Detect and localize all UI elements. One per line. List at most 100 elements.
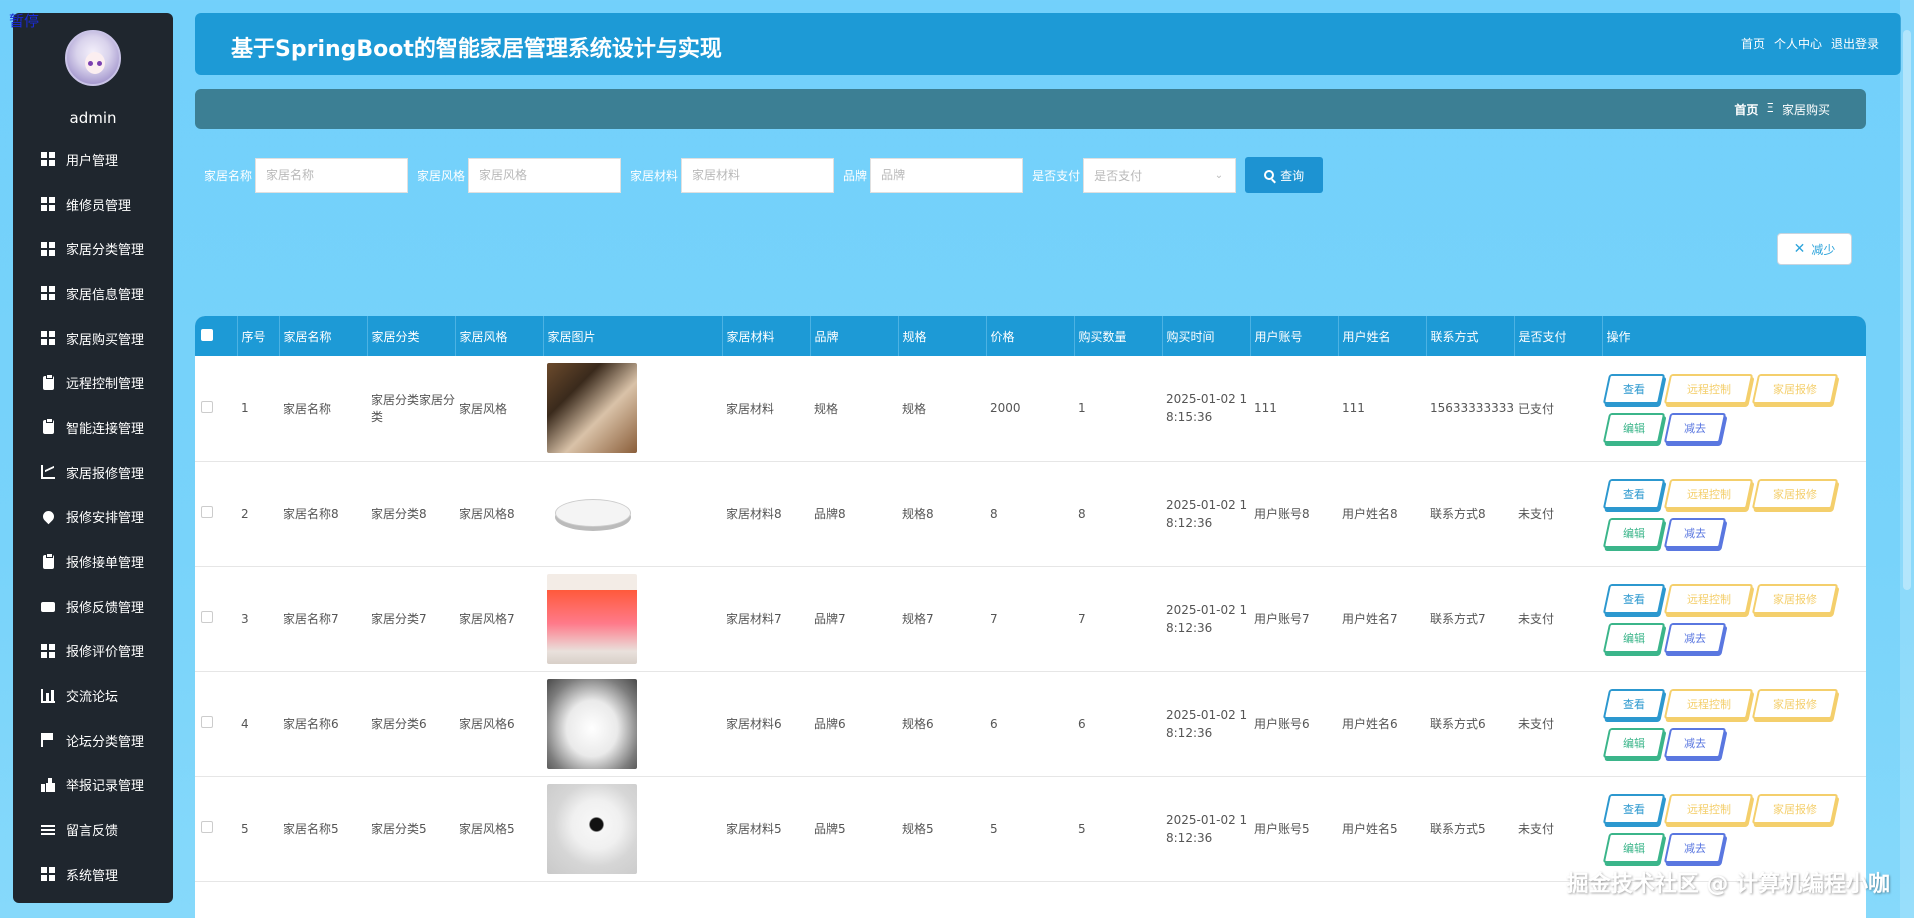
- cell-category: 家居分类6: [367, 671, 455, 777]
- sidebar-item[interactable]: 论坛分类管理: [13, 718, 173, 763]
- home-link[interactable]: 首页: [1741, 35, 1765, 52]
- name-input[interactable]: [255, 157, 409, 193]
- sidebar-item[interactable]: 远程控制管理: [13, 360, 173, 405]
- repair-button[interactable]: 家居报修: [1751, 689, 1839, 719]
- row-checkbox[interactable]: [201, 611, 213, 623]
- subtract-button[interactable]: 减去: [1663, 623, 1727, 653]
- sidebar-item[interactable]: 留言反馈: [13, 807, 173, 852]
- sidebar-item[interactable]: 家居购买管理: [13, 316, 173, 361]
- time-line: 8:12:36: [1166, 830, 1213, 845]
- cell-qty: 8: [1074, 461, 1162, 567]
- scrollbar-thumb[interactable]: [1903, 30, 1911, 590]
- subtract-button[interactable]: 减去: [1663, 728, 1727, 758]
- subtract-button[interactable]: 减去: [1663, 518, 1727, 548]
- cell-idx: 2: [237, 461, 279, 567]
- avatar[interactable]: [65, 30, 121, 86]
- sidebar-item[interactable]: 系统管理: [13, 852, 173, 897]
- row-checkbox[interactable]: [201, 506, 213, 518]
- sidebar-item-label: 报修反馈管理: [66, 600, 145, 616]
- profile-link[interactable]: 个人中心: [1774, 35, 1822, 52]
- remote-control-button[interactable]: 远程控制: [1663, 794, 1754, 824]
- table-row[interactable]: 1 家居名称 家居分类家居分类 家居风格 家居材料 规格 规格 2000 1 2025-01-02…: [195, 356, 1866, 462]
- material-input[interactable]: [681, 157, 835, 193]
- subtract-button-label: 减去: [1684, 527, 1706, 540]
- select-all-checkbox[interactable]: [201, 328, 213, 341]
- cell-name: 家居名称8: [279, 461, 367, 567]
- sidebar-item[interactable]: 智能连接管理: [13, 405, 173, 450]
- row-checkbox[interactable]: [201, 821, 213, 833]
- table-row[interactable]: 4 家居名称6 家居分类6 家居风格6 家居材料6 品牌6 规格6 6 6 2025-01-02 …: [195, 671, 1866, 777]
- sidebar-item[interactable]: 家居报修管理: [13, 450, 173, 495]
- col-header: 购买时间: [1162, 316, 1251, 356]
- view-button[interactable]: 查看: [1602, 479, 1666, 509]
- toilet-seat-image[interactable]: [547, 468, 637, 559]
- camera-image[interactable]: [547, 783, 637, 874]
- cell-name: 家居名称7: [279, 566, 367, 672]
- table-row[interactable]: 2 家居名称8 家居分类8 家居风格8 家居材料8 品牌8 规格8 8 8 2025-01-02 …: [195, 461, 1866, 567]
- grid-icon: [41, 197, 55, 212]
- repair-button[interactable]: 家居报修: [1751, 794, 1839, 824]
- time-line: 8:12:36: [1166, 725, 1213, 740]
- sidebar-item[interactable]: 报修安排管理: [13, 495, 173, 540]
- cell-brand: 品牌6: [810, 671, 898, 777]
- page-scrollbar[interactable]: [1900, 0, 1914, 918]
- breadcrumb-home[interactable]: 首页: [1734, 101, 1758, 118]
- cell-name: 家居名称6: [279, 671, 367, 777]
- sidebar-item[interactable]: 报修评价管理: [13, 629, 173, 674]
- row-checkbox[interactable]: [201, 716, 213, 728]
- view-button[interactable]: 查看: [1602, 689, 1666, 719]
- sidebar-item[interactable]: 报修接单管理: [13, 539, 173, 584]
- remote-control-button[interactable]: 远程控制: [1663, 479, 1754, 509]
- repair-button[interactable]: 家居报修: [1751, 584, 1839, 614]
- sidebar-item-label: 报修评价管理: [66, 645, 145, 661]
- sidebar-item[interactable]: 用户管理: [13, 137, 173, 182]
- grid-icon: [41, 241, 55, 256]
- sidebar-item[interactable]: 交流论坛: [13, 673, 173, 718]
- massager-image[interactable]: [547, 678, 637, 769]
- close-icon: ✕: [1793, 241, 1806, 257]
- subtract-button-label: 减去: [1684, 737, 1706, 750]
- tv-image[interactable]: [547, 573, 637, 664]
- style-input[interactable]: [468, 157, 622, 193]
- cell-brand: 品牌8: [810, 461, 898, 567]
- cell-actions: 查看 远程控制 家居报修编辑 减去: [1602, 671, 1866, 777]
- sidebar-item[interactable]: 维修员管理: [13, 182, 173, 227]
- sidebar-item[interactable]: 举报记录管理: [13, 763, 173, 808]
- cell-category: 家居分类8: [367, 461, 455, 567]
- subtract-button[interactable]: 减去: [1663, 412, 1727, 443]
- paid-select[interactable]: 是否支付 ⌄: [1083, 157, 1237, 193]
- edit-button[interactable]: 编辑: [1602, 518, 1666, 548]
- logout-link[interactable]: 退出登录: [1831, 35, 1879, 52]
- view-button-label: 查看: [1623, 698, 1645, 711]
- repair-button[interactable]: 家居报修: [1751, 373, 1839, 404]
- reduce-button[interactable]: ✕ 减少: [1777, 233, 1852, 265]
- cell-time: 2025-01-02 1 8:12:36: [1162, 776, 1250, 882]
- view-button[interactable]: 查看: [1602, 794, 1666, 824]
- remote-control-button[interactable]: 远程控制: [1663, 373, 1754, 404]
- flag-icon: [41, 733, 55, 748]
- sidebar-item[interactable]: 报修反馈管理: [13, 584, 173, 629]
- col-header: 家居图片: [543, 316, 723, 356]
- pin-icon: [40, 509, 57, 525]
- remote-control-button[interactable]: 远程控制: [1663, 584, 1754, 614]
- subtract-button[interactable]: 减去: [1663, 833, 1727, 863]
- repair-button[interactable]: 家居报修: [1751, 479, 1839, 509]
- edit-button[interactable]: 编辑: [1602, 412, 1666, 443]
- edit-button[interactable]: 编辑: [1602, 728, 1666, 758]
- remote-control-button[interactable]: 远程控制: [1663, 689, 1754, 719]
- table-row[interactable]: 3 家居名称7 家居分类7 家居风格7 家居材料7 品牌7 规格7 7 7 2025-01-02 …: [195, 566, 1866, 672]
- view-button[interactable]: 查看: [1602, 584, 1666, 614]
- speaker-image[interactable]: [547, 363, 637, 454]
- cell-category: 家居分类家居分类: [367, 356, 455, 462]
- row-checkbox[interactable]: [201, 400, 213, 413]
- col-header: 用户账号: [1250, 316, 1339, 356]
- sidebar-item-label: 系统管理: [66, 868, 119, 884]
- brand-input[interactable]: [870, 157, 1024, 193]
- edit-button[interactable]: 编辑: [1602, 623, 1666, 653]
- sidebar-item[interactable]: 家居分类管理: [13, 226, 173, 271]
- sidebar-item[interactable]: 家居信息管理: [13, 271, 173, 316]
- view-button[interactable]: 查看: [1602, 373, 1666, 404]
- action-group: 查看 远程控制 家居报修编辑 减去: [1602, 373, 1846, 443]
- edit-button[interactable]: 编辑: [1602, 833, 1666, 863]
- query-button[interactable]: 查询: [1245, 157, 1324, 193]
